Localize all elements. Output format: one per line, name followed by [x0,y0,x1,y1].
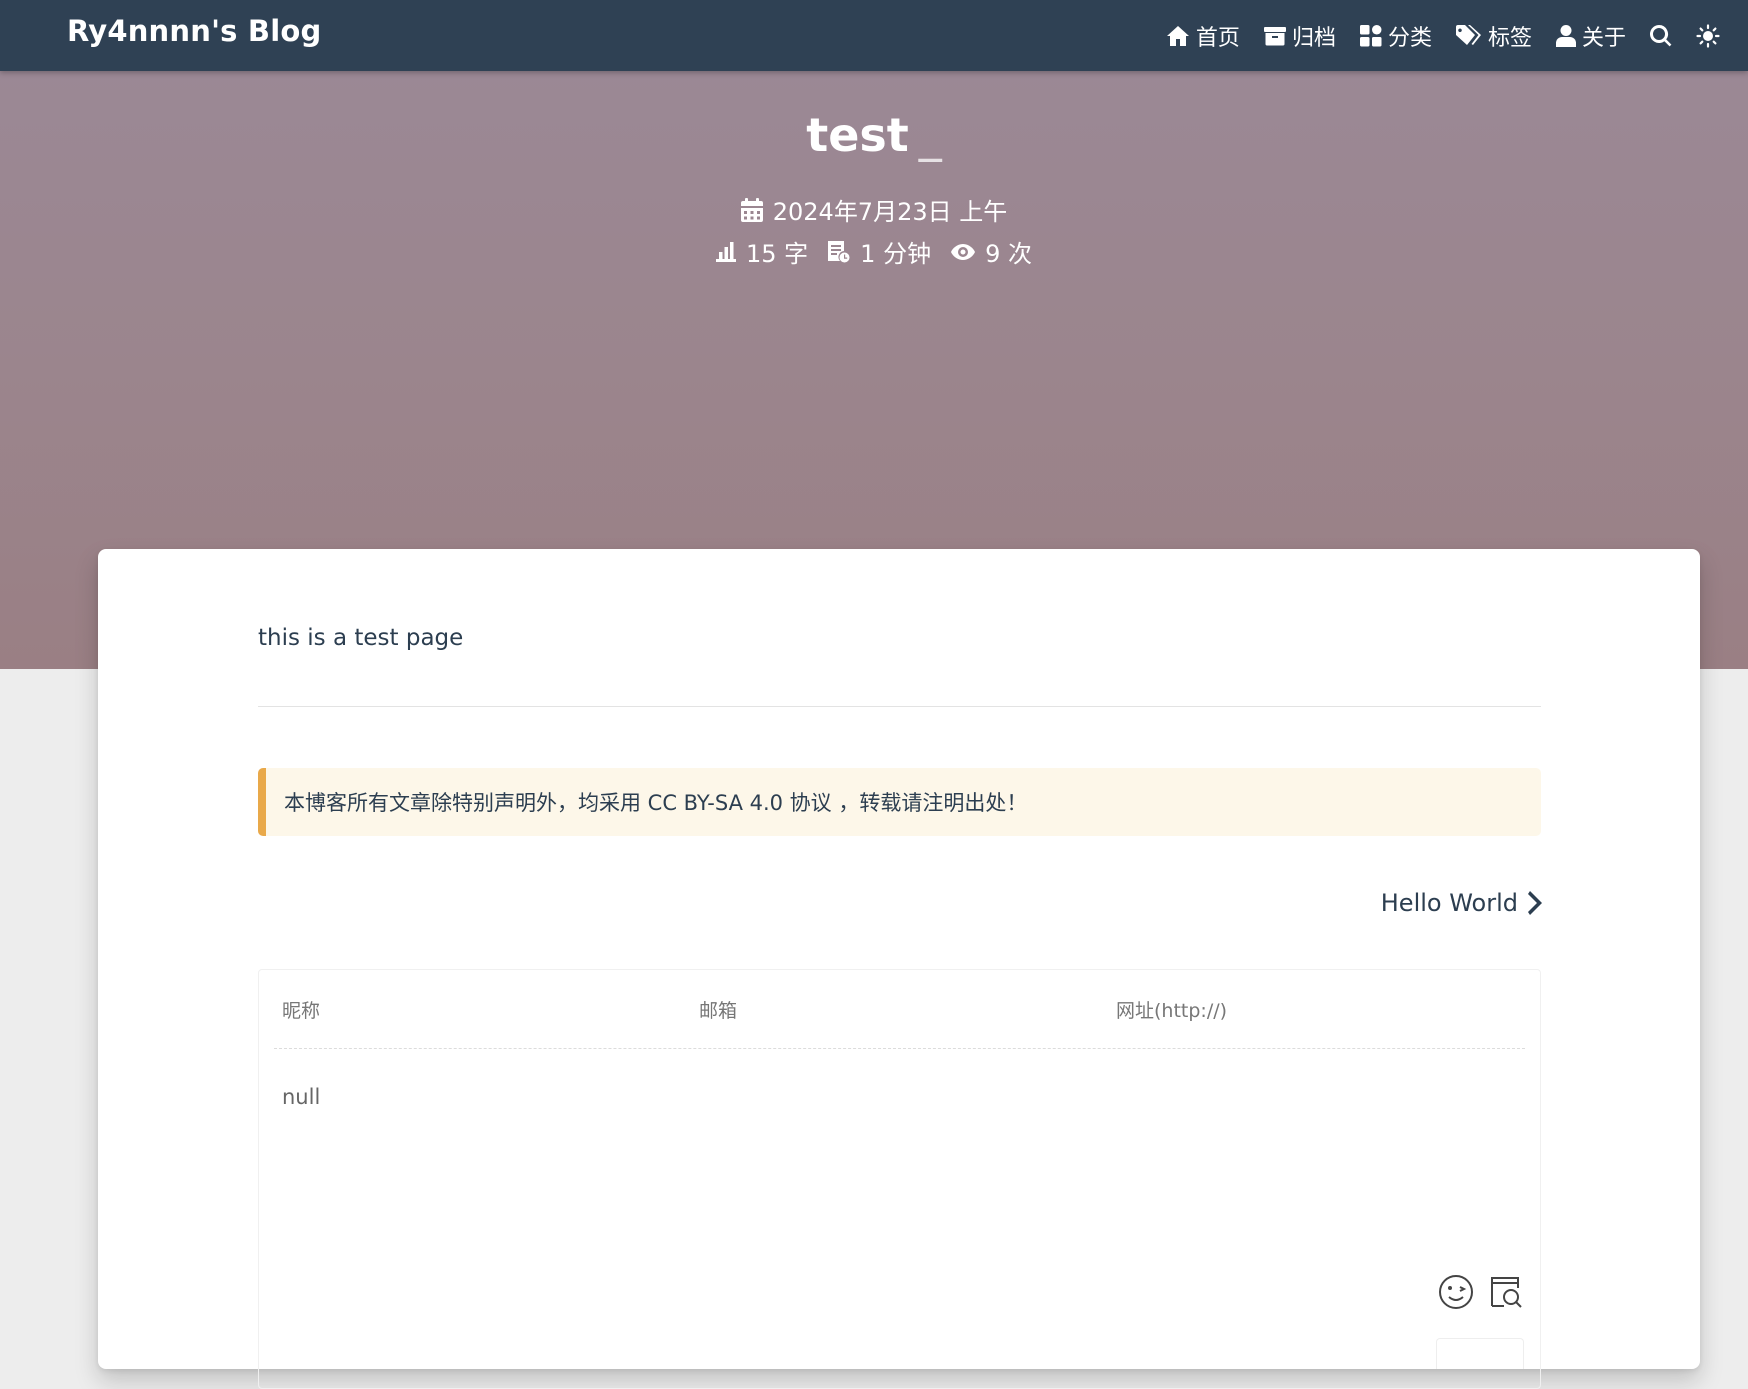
license-notice: 本博客所有文章除特别声明外，均采用 CC BY-SA 4.0 协议 ，转载请注明… [258,768,1541,836]
date-meta: 2024年7月23日 上午 [740,192,1008,227]
emoji-icon [1439,1275,1473,1309]
nav-menu: 首页 归档 分类 标签 关于 [1166,0,1748,71]
post-content: this is a test page [258,625,464,651]
navbar: Ry4nnnn's Blog 首页 归档 分类 标签 关于 [0,0,1748,71]
nav-label-about: 关于 [1581,25,1626,51]
nav-label-home: 首页 [1195,25,1240,51]
nav-item-category[interactable]: 分类 [1359,20,1432,52]
comment-fields: 昵称 邮箱 网址(http://) [274,970,1525,1049]
sun-icon [1696,23,1720,48]
read-time: 1 分钟 [860,240,932,268]
read-time-meta: 1 分钟 [828,234,931,269]
views-meta: 9 次 [951,234,1032,269]
nav-item-tags[interactable]: 标签 [1455,20,1532,52]
post-card: this is a test page 本博客所有文章除特别声明外，均采用 CC… [98,549,1700,1389]
nav-item-archive[interactable]: 归档 [1263,20,1336,52]
nav-label-category: 分类 [1387,25,1432,51]
preview-button[interactable] [1488,1274,1524,1310]
nav-label-tags: 标签 [1487,25,1532,51]
theme-toggle-button[interactable] [1696,23,1720,48]
comment-box: 昵称 邮箱 网址(http://) null [258,969,1541,1389]
view-count: 9 次 [985,240,1032,268]
post-title: test [806,108,909,162]
chart-bar-icon [716,241,736,262]
comment-textarea[interactable]: null [282,1085,320,1109]
nickname-field[interactable]: 昵称 [274,970,691,1048]
tags-icon [1455,24,1481,45]
emoji-button[interactable] [1438,1274,1474,1310]
nav-label-archive: 归档 [1291,25,1336,51]
search-button[interactable] [1650,24,1672,47]
post-meta-date: 2024年7月23日 上午 [0,192,1748,227]
next-post-link[interactable]: Hello World [1381,889,1542,917]
email-field[interactable]: 邮箱 [691,970,1108,1048]
nav-item-about[interactable]: 关于 [1555,20,1626,52]
chevron-right-icon [1528,891,1542,915]
archive-icon [1263,26,1286,45]
word-count: 15 字 [746,240,809,268]
post-date: 2024年7月23日 上午 [772,198,1008,226]
site-brand[interactable]: Ry4nnnn's Blog [67,14,321,48]
search-icon [1650,24,1672,46]
comment-tools [1424,1274,1524,1310]
url-field[interactable]: 网址(http://) [1108,970,1525,1048]
user-icon [1555,24,1576,47]
category-icon [1359,24,1382,46]
home-icon [1166,25,1189,46]
post-title-wrap: test _ [0,108,1748,162]
calendar-icon [740,197,763,222]
content-divider [258,706,1541,707]
eye-icon [951,243,976,260]
typing-cursor: _ [918,108,942,162]
next-post-title: Hello World [1380,889,1518,917]
nav-item-home[interactable]: 首页 [1166,20,1240,52]
reading-time-icon [828,240,850,262]
post-meta-stats: 15 字 1 分钟 9 次 [0,234,1748,269]
word-count-meta: 15 字 [716,234,808,269]
preview-icon [1491,1277,1522,1308]
